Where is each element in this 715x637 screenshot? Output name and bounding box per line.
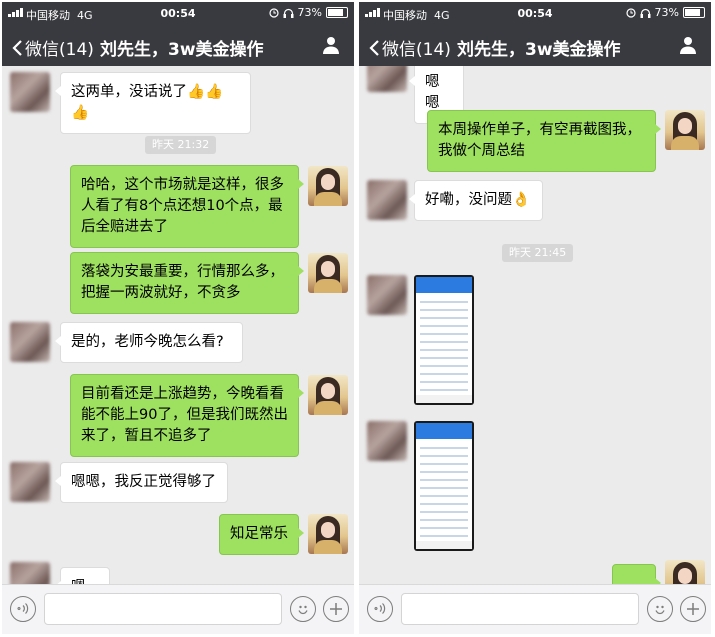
battery-percent: 73%: [297, 6, 322, 19]
my-avatar[interactable]: [308, 253, 348, 293]
status-bar: 中国移动 4G 00:54 73%: [359, 2, 711, 26]
nav-bar: 微信(14) 刘先生，3w美金操作: [2, 26, 354, 66]
headphones-icon: [283, 8, 294, 18]
voice-icon[interactable]: [367, 596, 393, 622]
message-input[interactable]: [44, 593, 282, 625]
message-incoming: 这两单，没话说了👍👍👍: [55, 72, 251, 134]
emoji-icon[interactable]: [647, 596, 673, 622]
battery-percent: 73%: [654, 6, 679, 19]
input-bar: [2, 584, 354, 634]
user-icon[interactable]: [322, 36, 340, 54]
contact-avatar[interactable]: [367, 180, 407, 220]
back-label: 微信(14): [25, 40, 94, 60]
plus-icon[interactable]: [323, 596, 349, 622]
message-incoming: 嗯嗯，我反正觉得够了: [55, 462, 228, 503]
chat-screen-left: 中国移动 4G 00:54 73% 微信(14) 刘先生，3w美金操作 这两单，…: [2, 2, 354, 634]
timestamp: 昨天 21:32: [145, 136, 217, 154]
message-outgoing: 本周操作单子，有空再截图我，我做个周总结: [427, 110, 661, 172]
input-bar: [359, 584, 711, 634]
message-outgoing: 目前看还是上涨趋势，今晚看看能不能上90了，但是我们既然出来了，暂且不追多了: [70, 374, 304, 457]
message-outgoing: [612, 564, 661, 584]
contact-avatar[interactable]: [367, 275, 407, 315]
contact-avatar[interactable]: [10, 562, 50, 584]
image-message[interactable]: [414, 421, 474, 551]
alarm-icon: [625, 7, 636, 18]
contact-avatar[interactable]: [367, 66, 407, 92]
message-incoming: 好嘞，没问题👌: [409, 180, 543, 221]
nav-bar: 微信(14) 刘先生，3w美金操作: [359, 26, 711, 66]
my-avatar[interactable]: [308, 375, 348, 415]
user-icon[interactable]: [679, 36, 697, 54]
message-outgoing: 哈哈，这个市场就是这样，很多人看了有8个点还想10个点，最后全赔进去了: [70, 165, 304, 248]
message-list: 嗯嗯 本周操作单子，有空再截图我，我做个周总结 好嘞，没问题👌 昨天 21:45: [359, 66, 711, 584]
battery-icon: [683, 7, 705, 18]
message-input[interactable]: [401, 593, 639, 625]
message-incoming: 嗯嗯: [55, 567, 110, 584]
my-avatar[interactable]: [308, 514, 348, 554]
back-button[interactable]: 微信(14): [369, 35, 451, 60]
back-chevron-icon: [369, 39, 379, 56]
contact-avatar[interactable]: [367, 421, 407, 461]
chat-title: 刘先生，3w美金操作: [457, 40, 621, 60]
headphones-icon: [640, 8, 651, 18]
battery-icon: [326, 7, 348, 18]
image-message[interactable]: [414, 275, 474, 405]
message-list: 这两单，没话说了👍👍👍 昨天 21:32 哈哈，这个市场就是这样，很多人看了有8…: [2, 66, 354, 584]
my-avatar[interactable]: [665, 110, 705, 150]
contact-avatar[interactable]: [10, 462, 50, 502]
my-avatar[interactable]: [665, 560, 705, 584]
message-incoming: 是的，老师今晚怎么看?: [55, 322, 243, 363]
alarm-icon: [268, 7, 279, 18]
voice-icon[interactable]: [10, 596, 36, 622]
chat-title: 刘先生，3w美金操作: [100, 40, 264, 60]
timestamp: 昨天 21:45: [502, 244, 574, 262]
contact-avatar[interactable]: [10, 322, 50, 362]
back-button[interactable]: 微信(14): [12, 35, 94, 60]
back-label: 微信(14): [382, 40, 451, 60]
plus-icon[interactable]: [680, 596, 706, 622]
message-outgoing: 知足常乐: [219, 514, 304, 555]
status-bar: 中国移动 4G 00:54 73%: [2, 2, 354, 26]
chat-screen-right: 中国移动 4G 00:54 73% 微信(14) 刘先生，3w美金操作 嗯嗯 本…: [359, 2, 711, 634]
back-chevron-icon: [12, 39, 22, 56]
contact-avatar[interactable]: [10, 72, 50, 112]
my-avatar[interactable]: [308, 166, 348, 206]
message-outgoing: 落袋为安最重要，行情那么多，把握一两波就好，不贪多: [70, 252, 304, 314]
emoji-icon[interactable]: [290, 596, 316, 622]
